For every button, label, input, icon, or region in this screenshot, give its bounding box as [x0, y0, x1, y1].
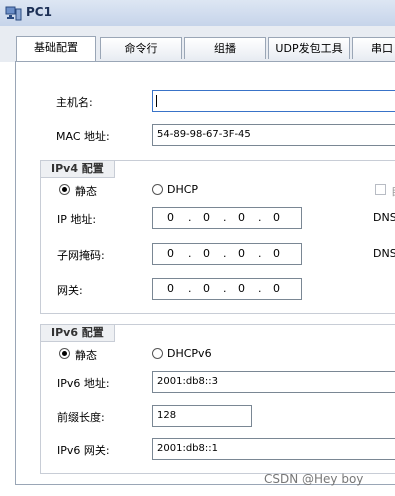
- gateway-label: 网关:: [57, 284, 83, 297]
- ip-octet-4: 0: [273, 211, 280, 224]
- mask-octet-1: 0: [167, 247, 174, 260]
- mask-octet-3: 0: [238, 247, 245, 260]
- tab-multicast[interactable]: 组播: [184, 37, 266, 59]
- prefix-length-label: 前缀长度:: [57, 411, 105, 424]
- mask-dot: .: [258, 247, 262, 260]
- tab-command-line[interactable]: 命令行: [100, 37, 182, 59]
- tab-udp-tool[interactable]: UDP发包工具: [268, 37, 350, 59]
- mac-value: 54-89-98-67-3F-45: [157, 129, 251, 140]
- dns2-label: DNS2: [373, 247, 395, 260]
- pc-icon: [5, 6, 22, 21]
- gw-octet-4: 0: [273, 282, 280, 295]
- mask-octet-4: 0: [273, 247, 280, 260]
- tab-bar: 基础配置 命令行 组播 UDP发包工具 串口: [0, 26, 395, 62]
- gw-dot: .: [188, 282, 192, 295]
- prefix-length-value: 128: [157, 410, 177, 421]
- tab-basic-config[interactable]: 基础配置: [16, 36, 96, 61]
- gw-octet-3: 0: [238, 282, 245, 295]
- tab-serial[interactable]: 串口: [352, 37, 395, 59]
- ip-octet-3: 0: [238, 211, 245, 224]
- subnet-mask-label: 子网掩码:: [57, 249, 105, 262]
- ipv6-address-input[interactable]: 2001:db8::3: [152, 371, 395, 393]
- gw-dot: .: [223, 282, 227, 295]
- gateway-input[interactable]: 0 . 0 . 0 . 0: [152, 278, 302, 300]
- ipv6-gateway-input[interactable]: 2001:db8::1: [152, 438, 395, 460]
- ipv4-dhcp-label: DHCP: [167, 183, 199, 196]
- mac-label: MAC 地址:: [56, 130, 110, 143]
- mac-field[interactable]: 54-89-98-67-3F-45: [152, 124, 395, 146]
- mask-dot: .: [223, 247, 227, 260]
- basic-config-panel: 主机名: MAC 地址: 54-89-98-67-3F-45 IPv4 配置 静…: [15, 61, 395, 485]
- ipv6-group: IPv6 配置 静态 DHCPv6 IPv6 地址: 2001:db8::3 前…: [40, 324, 395, 474]
- ipv6-address-label: IPv6 地址:: [57, 377, 110, 390]
- ip-dot: .: [258, 211, 262, 224]
- ipv6-group-title: IPv6 配置: [41, 325, 115, 342]
- auto-dns-label: 自: [391, 183, 395, 199]
- ipv6-dhcp-radio[interactable]: [152, 348, 163, 359]
- ip-dot: .: [223, 211, 227, 224]
- auto-dns-checkbox[interactable]: [375, 184, 386, 195]
- gw-octet-1: 0: [167, 282, 174, 295]
- ip-address-input[interactable]: 0 . 0 . 0 . 0: [152, 207, 302, 229]
- ipv4-group-title: IPv4 配置: [41, 161, 115, 178]
- mask-octet-2: 0: [203, 247, 210, 260]
- ipv6-gateway-value: 2001:db8::1: [157, 443, 218, 454]
- ipv6-dhcp-label: DHCPv6: [167, 347, 212, 360]
- dns1-label: DNS1: [373, 211, 395, 224]
- ipv4-static-label: 静态: [75, 185, 97, 198]
- ip-address-label: IP 地址:: [57, 213, 97, 226]
- ipv6-gateway-label: IPv6 网关:: [57, 444, 110, 457]
- ipv6-static-label: 静态: [75, 349, 97, 362]
- ip-octet-2: 0: [203, 211, 210, 224]
- mask-dot: .: [188, 247, 192, 260]
- ipv4-dhcp-radio[interactable]: [152, 184, 163, 195]
- ipv6-address-value: 2001:db8::3: [157, 376, 218, 387]
- ipv4-static-radio[interactable]: [59, 184, 70, 195]
- gw-octet-2: 0: [203, 282, 210, 295]
- ip-octet-1: 0: [167, 211, 174, 224]
- text-caret: [156, 95, 157, 107]
- window-title: PC1: [26, 5, 52, 19]
- prefix-length-input[interactable]: 128: [152, 405, 252, 427]
- ipv6-static-radio[interactable]: [59, 348, 70, 359]
- ip-dot: .: [188, 211, 192, 224]
- gw-dot: .: [258, 282, 262, 295]
- hostname-label: 主机名:: [56, 96, 93, 109]
- hostname-input[interactable]: [152, 90, 395, 112]
- subnet-mask-input[interactable]: 0 . 0 . 0 . 0: [152, 243, 302, 265]
- ipv4-group: IPv4 配置 静态 DHCP 自 IP 地址: 0 . 0 . 0 . 0 D…: [40, 160, 395, 314]
- title-bar: PC1: [0, 0, 395, 27]
- watermark: CSDN @Hey boy: [264, 472, 364, 486]
